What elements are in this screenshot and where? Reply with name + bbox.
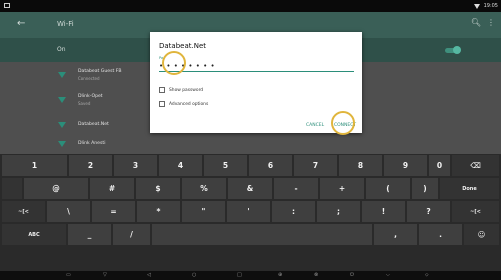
done-key[interactable]: Done [440, 178, 499, 199]
space-key[interactable] [152, 224, 372, 245]
highlight-circle [331, 111, 355, 135]
key[interactable]: ! [362, 201, 405, 222]
search-icon[interactable]: 🔍︎ [471, 18, 481, 27]
dialog-title: Databeat.Net [159, 42, 207, 50]
navigation-bar: ▭ ▽ ◁ ○ □ ⊕ ⊗ ⏻ ⌵ ⬦ [0, 271, 501, 280]
home-icon[interactable]: ○ [192, 272, 196, 278]
key[interactable]: ' [227, 201, 270, 222]
key[interactable]: 5 [204, 155, 247, 176]
hide-keyboard-icon[interactable]: ⌵ [386, 272, 390, 278]
show-password-label: Show password [169, 88, 204, 93]
key[interactable]: 0 [429, 155, 450, 176]
advanced-options-label: Advanced options [169, 102, 209, 107]
network-name: Dlink-Opet [78, 94, 103, 99]
key[interactable]: ? [407, 201, 450, 222]
wifi-signal-icon [473, 3, 480, 9]
key[interactable]: + [320, 178, 364, 199]
key[interactable]: / [113, 224, 150, 245]
emoji-key[interactable]: ☺ [464, 224, 499, 245]
wifi-signal-icon [58, 122, 66, 128]
key[interactable]: " [182, 201, 225, 222]
toggle-knob [453, 46, 461, 54]
network-name: Databeat Guest FB [78, 69, 122, 74]
keyboard-bottom-area [0, 247, 501, 271]
menu-icon[interactable]: ⬦ [425, 272, 429, 278]
on-screen-keyboard: 1 2 3 4 5 6 7 8 9 0 ⌫ @ # $ % & - + ( ) … [0, 154, 501, 271]
keyboard-row: @ # $ % & - + ( ) Done [0, 178, 501, 201]
key[interactable]: 9 [384, 155, 427, 176]
settings-icon[interactable]: ⊗ [314, 272, 318, 278]
key[interactable]: ; [317, 201, 360, 222]
key[interactable]: , [374, 224, 417, 245]
key[interactable]: = [92, 201, 135, 222]
key[interactable]: . [419, 224, 462, 245]
key[interactable]: 1 [2, 155, 67, 176]
key[interactable]: $ [136, 178, 180, 199]
key[interactable]: : [272, 201, 315, 222]
key[interactable]: _ [68, 224, 111, 245]
status-right: 19:05 [473, 3, 498, 9]
abc-key[interactable]: ABC [2, 224, 66, 245]
key[interactable]: ) [412, 178, 438, 199]
keyboard-row: 1 2 3 4 5 6 7 8 9 0 ⌫ [0, 155, 501, 178]
cancel-button[interactable]: CANCEL [306, 123, 324, 128]
wifi-password-dialog: Databeat.Net Pa Show password Advanced o… [150, 32, 362, 135]
page-title: Wi-Fi [57, 20, 74, 28]
back-icon[interactable]: ◁ [147, 272, 151, 278]
backspace-key[interactable]: ⌫ [452, 155, 499, 176]
show-password-checkbox[interactable] [159, 87, 165, 93]
screenshot-icon[interactable]: ▭ [66, 272, 71, 278]
clock: 19:05 [483, 3, 498, 9]
key-spacer [2, 178, 22, 199]
keyboard-row: ABC _ / , . ☺ [0, 224, 501, 247]
keyboard-row: ~[< \ = * " ' : ; ! ? ~[< [0, 201, 501, 224]
key[interactable]: 4 [159, 155, 202, 176]
key[interactable]: \ [47, 201, 90, 222]
key[interactable]: 8 [339, 155, 382, 176]
wifi-toggle-label: On [57, 46, 66, 53]
advanced-options-checkbox[interactable] [159, 101, 165, 107]
key[interactable]: - [274, 178, 318, 199]
wifi-toggle-switch[interactable] [445, 46, 461, 54]
symbols-shift-key[interactable]: ~[< [2, 201, 45, 222]
volume-down-icon[interactable]: ▽ [103, 272, 107, 278]
more-options-icon[interactable]: ⋮ [487, 18, 495, 27]
symbols-shift-key[interactable]: ~[< [452, 201, 499, 222]
key[interactable]: ( [366, 178, 410, 199]
key[interactable]: 2 [69, 155, 112, 176]
network-name: Dlink Anesti [78, 141, 106, 146]
network-status: Connected [78, 76, 100, 81]
key[interactable]: 6 [249, 155, 292, 176]
key[interactable]: # [90, 178, 134, 199]
network-item[interactable]: Dlink Anesti [0, 134, 501, 154]
highlight-circle [162, 51, 186, 75]
key[interactable]: 3 [114, 155, 157, 176]
key[interactable]: @ [24, 178, 88, 199]
recents-icon[interactable]: □ [237, 272, 242, 278]
key[interactable]: 7 [294, 155, 337, 176]
wifi-signal-icon [58, 141, 66, 147]
notification-icon [4, 3, 10, 8]
back-arrow-icon[interactable]: ← [17, 18, 25, 29]
power-icon[interactable]: ⏻ [350, 272, 354, 278]
key[interactable]: * [137, 201, 180, 222]
status-bar: 19:05 [0, 0, 501, 12]
key[interactable]: % [182, 178, 226, 199]
network-name: Databeat.Net [78, 122, 109, 127]
password-field[interactable] [159, 60, 354, 72]
wifi-signal-icon [58, 72, 66, 78]
key[interactable]: & [228, 178, 272, 199]
network-status: Saved [78, 101, 91, 106]
wifi-signal-icon [58, 97, 66, 103]
volume-up-icon[interactable]: ⊕ [278, 272, 282, 278]
